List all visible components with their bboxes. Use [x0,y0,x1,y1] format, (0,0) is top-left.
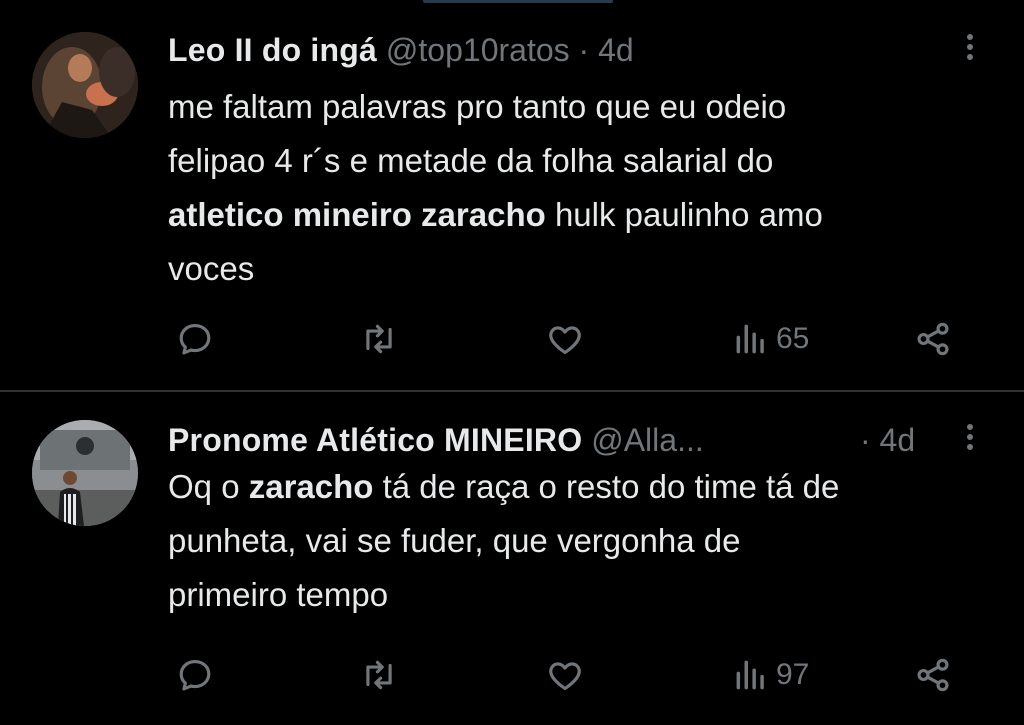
text-fragment: tá de raça o resto do time tá de [373,468,840,505]
reply-button[interactable] [176,314,214,364]
author-handle[interactable]: @top10ratos [386,32,570,68]
tweet-1[interactable]: Leo II do ingá @top10ratos · 4d me falta… [0,0,1024,390]
views-count: 97 [776,658,810,691]
tweet-text-line: felipao 4 r´s e metade da folha salarial… [168,142,774,179]
author-name[interactable]: Leo II do ingá [168,32,377,68]
retweet-icon [366,660,392,690]
tweet-header: Pronome Atlético MINEIRO @Alla... · 4d [168,420,915,460]
tweet-text-line: atletico mineiro zaracho hulk paulinho a… [168,188,998,242]
share-button[interactable] [914,650,952,700]
avatar[interactable] [32,32,138,138]
tweet-text: Oq o zaracho tá de raça o resto do time … [168,460,998,622]
tweet-text: me faltam palavras pro tanto que eu odei… [168,80,998,296]
reply-icon [179,659,211,691]
views-button[interactable]: 97 [732,650,809,700]
share-button[interactable] [914,314,952,364]
tweet-header: Leo II do ingá @top10ratos · 4d [168,30,634,70]
tweet-2[interactable]: Pronome Atlético MINEIRO @Alla... · 4d O… [0,392,1024,725]
action-bar: 97 [0,650,1024,700]
tweet-text-line: Oq o zaracho tá de raça o resto do time … [168,460,998,514]
tweet-text-line: me faltam palavras pro tanto que eu odei… [168,88,787,125]
like-button[interactable] [546,650,584,700]
text-fragment: Oq o [168,468,249,505]
more-options-icon[interactable] [960,420,980,460]
retweet-button[interactable] [360,650,398,700]
action-bar: 65 [0,314,1024,364]
more-options-icon[interactable] [960,30,980,70]
timestamp[interactable]: 4d [880,422,916,458]
bold-text: atletico mineiro zaracho [168,196,546,233]
like-button[interactable] [546,314,584,364]
like-icon [549,662,581,691]
avatar[interactable] [32,420,138,526]
share-icon [917,658,949,692]
author-name[interactable]: Pronome Atlético MINEIRO [168,422,582,458]
views-button[interactable]: 65 [732,314,809,364]
reply-button[interactable] [176,650,214,700]
views-icon [736,660,764,690]
retweet-icon [366,324,392,354]
text-fragment: hulk paulinho amo [545,196,823,233]
separator: · [860,422,871,458]
tweet-text-line: voces [168,250,255,287]
bold-text: zaracho [248,468,374,505]
author-handle[interactable]: @Alla... [591,422,704,458]
retweet-button[interactable] [360,314,398,364]
like-icon [549,326,581,355]
tweet-text-line: primeiro tempo [168,576,389,613]
separator: · [578,32,590,68]
time-wrap: · 4d [860,420,915,460]
share-icon [917,322,949,356]
views-count: 65 [776,322,810,355]
reply-icon [179,323,211,355]
avatar-image [32,420,138,526]
tweet-text-line: punheta, vai se fuder, que vergonha de [168,522,741,559]
avatar-image [32,32,138,138]
timestamp[interactable]: 4d [598,32,634,68]
views-icon [736,324,764,354]
